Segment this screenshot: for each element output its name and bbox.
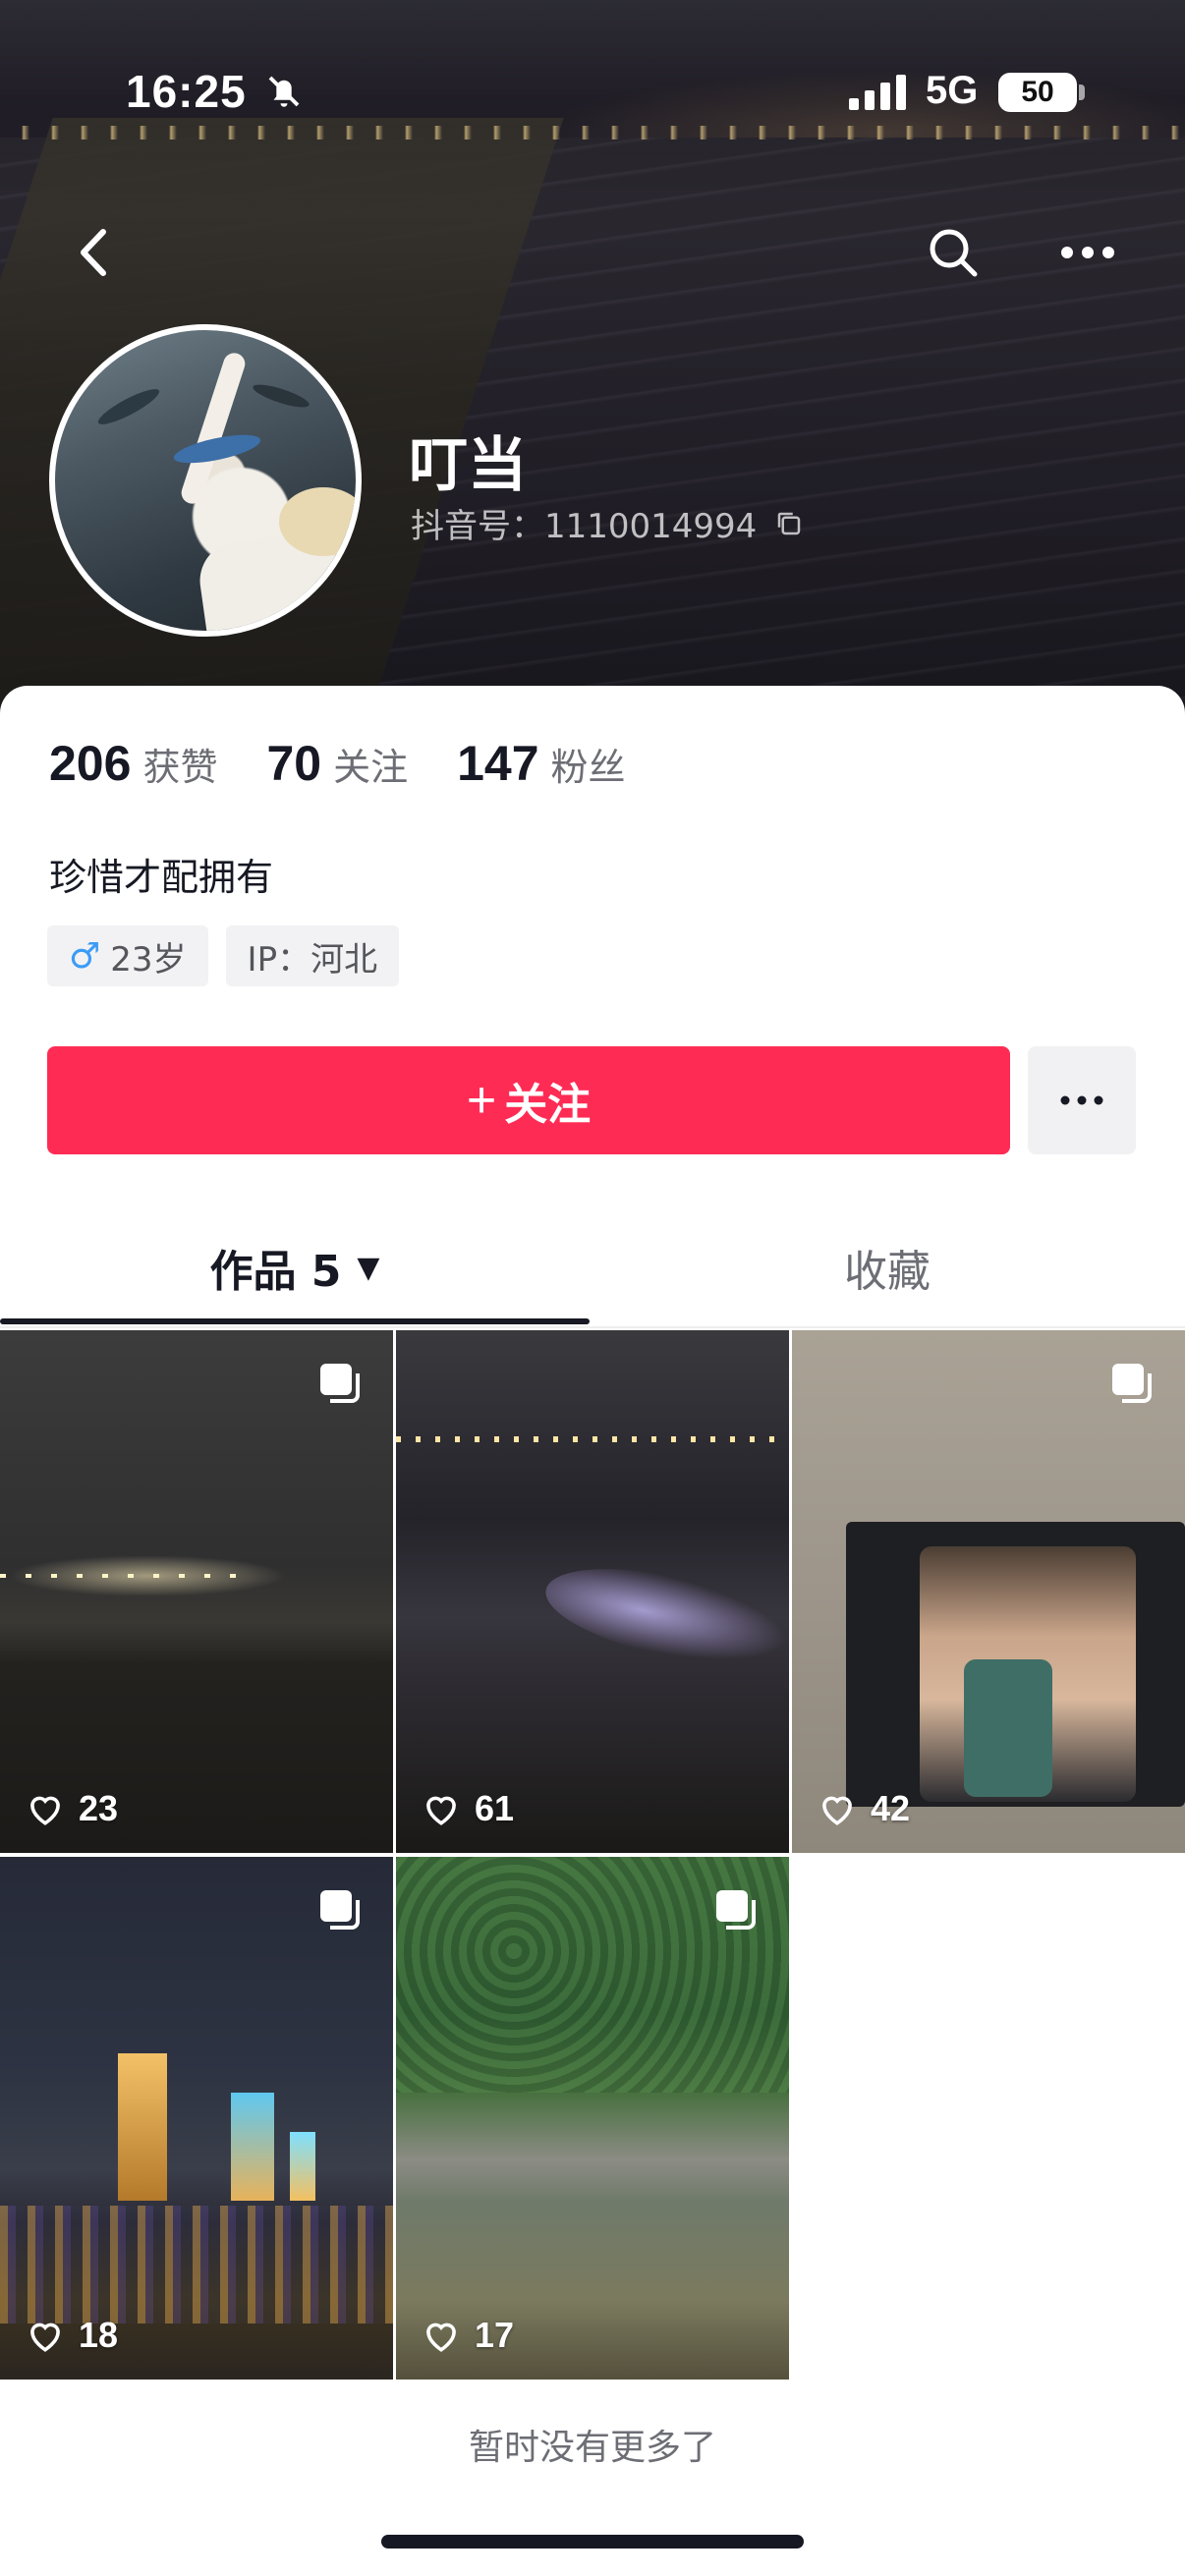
avatar[interactable] <box>49 324 362 637</box>
plus-icon: + <box>466 1072 497 1129</box>
post-likes: 17 <box>422 2315 514 2356</box>
stat-label: 粉丝 <box>550 746 626 789</box>
tab-divider <box>0 1326 1185 1328</box>
status-bar: 16:25 5G 50 <box>0 61 1185 120</box>
search-button[interactable] <box>919 218 988 287</box>
douyin-id-row[interactable]: 抖音号：1110014994 <box>411 499 804 547</box>
back-chevron-icon <box>81 229 106 276</box>
profile-tags: ♂ 23岁 IP：河北 <box>47 925 400 986</box>
caret-down-icon: ▼ <box>357 1250 380 1285</box>
stat-following[interactable]: 70 关注 <box>266 735 408 792</box>
home-indicator[interactable] <box>381 2535 804 2548</box>
search-icon <box>930 229 978 277</box>
multi-image-icon <box>320 1364 360 1403</box>
post-likes: 23 <box>26 1788 118 1829</box>
network-type: 5G <box>926 69 979 112</box>
post-thumbnail[interactable]: 23 <box>0 1330 393 1853</box>
stat-number: 70 <box>266 736 322 791</box>
post-thumbnail[interactable]: 61 <box>396 1330 789 1853</box>
heart-icon <box>426 1796 456 1825</box>
post-likes: 61 <box>422 1788 514 1829</box>
profile-stats: 206 获赞 70 关注 147 粉丝 <box>49 735 675 792</box>
stat-number: 206 <box>49 736 132 791</box>
follow-more-button[interactable] <box>1028 1046 1136 1154</box>
age-tag: ♂ 23岁 <box>47 925 208 986</box>
tab-works-label: 作品 5 <box>209 1247 342 1297</box>
ip-tag: IP：河北 <box>225 925 400 986</box>
no-more-content-note: 暂时没有更多了 <box>468 2428 716 2468</box>
follow-label: 关注 <box>504 1081 592 1129</box>
heart-icon <box>426 2323 456 2352</box>
age-text: 23岁 <box>110 939 187 980</box>
post-thumbnail[interactable]: 17 <box>396 1857 789 2380</box>
tab-favorites-label: 收藏 <box>844 1247 931 1297</box>
heart-icon <box>822 1796 852 1825</box>
multi-image-icon <box>1112 1364 1152 1403</box>
post-thumbnail[interactable]: 42 <box>792 1330 1185 1853</box>
likes-count: 23 <box>79 1788 119 1828</box>
ip-text: IP：河北 <box>247 939 378 980</box>
post-likes: 42 <box>818 1788 910 1829</box>
likes-count: 18 <box>79 2315 119 2355</box>
bell-muted-icon <box>268 76 300 107</box>
profile-name: 叮当 <box>409 431 527 500</box>
likes-count: 61 <box>475 1788 515 1828</box>
heart-icon <box>30 2323 60 2352</box>
post-likes: 18 <box>26 2315 118 2356</box>
signal-icon <box>849 75 906 110</box>
post-thumbnail[interactable]: 18 <box>0 1857 393 2380</box>
more-dots-icon <box>1060 1095 1103 1105</box>
back-button[interactable] <box>59 218 128 287</box>
likes-count: 17 <box>475 2315 515 2355</box>
more-options-button[interactable] <box>1053 218 1122 287</box>
multi-image-icon <box>320 1890 360 1930</box>
tab-works[interactable]: 作品 5 ▼ <box>0 1218 590 1316</box>
status-time: 16:25 <box>126 66 247 117</box>
stat-label: 关注 <box>333 746 409 789</box>
copy-icon[interactable] <box>774 509 804 538</box>
follow-button[interactable]: + 关注 <box>47 1046 1010 1154</box>
likes-count: 42 <box>871 1788 911 1828</box>
more-dots-icon <box>1061 247 1114 258</box>
multi-image-icon <box>716 1890 756 1930</box>
profile-bio: 珍惜才配拥有 <box>49 856 274 899</box>
content-tabs: 作品 5 ▼ 收藏 <box>0 1218 1185 1326</box>
male-icon: ♂ <box>69 935 101 977</box>
stat-followers[interactable]: 147 粉丝 <box>457 735 625 792</box>
douyin-id-text: 抖音号：1110014994 <box>411 507 758 546</box>
active-tab-indicator <box>0 1318 590 1324</box>
battery-icon: 50 <box>998 73 1077 112</box>
stat-likes[interactable]: 206 获赞 <box>49 735 217 792</box>
heart-icon <box>30 1796 60 1825</box>
tab-favorites[interactable]: 收藏 <box>590 1218 1185 1316</box>
stat-label: 获赞 <box>142 746 218 789</box>
stat-number: 147 <box>457 736 539 791</box>
